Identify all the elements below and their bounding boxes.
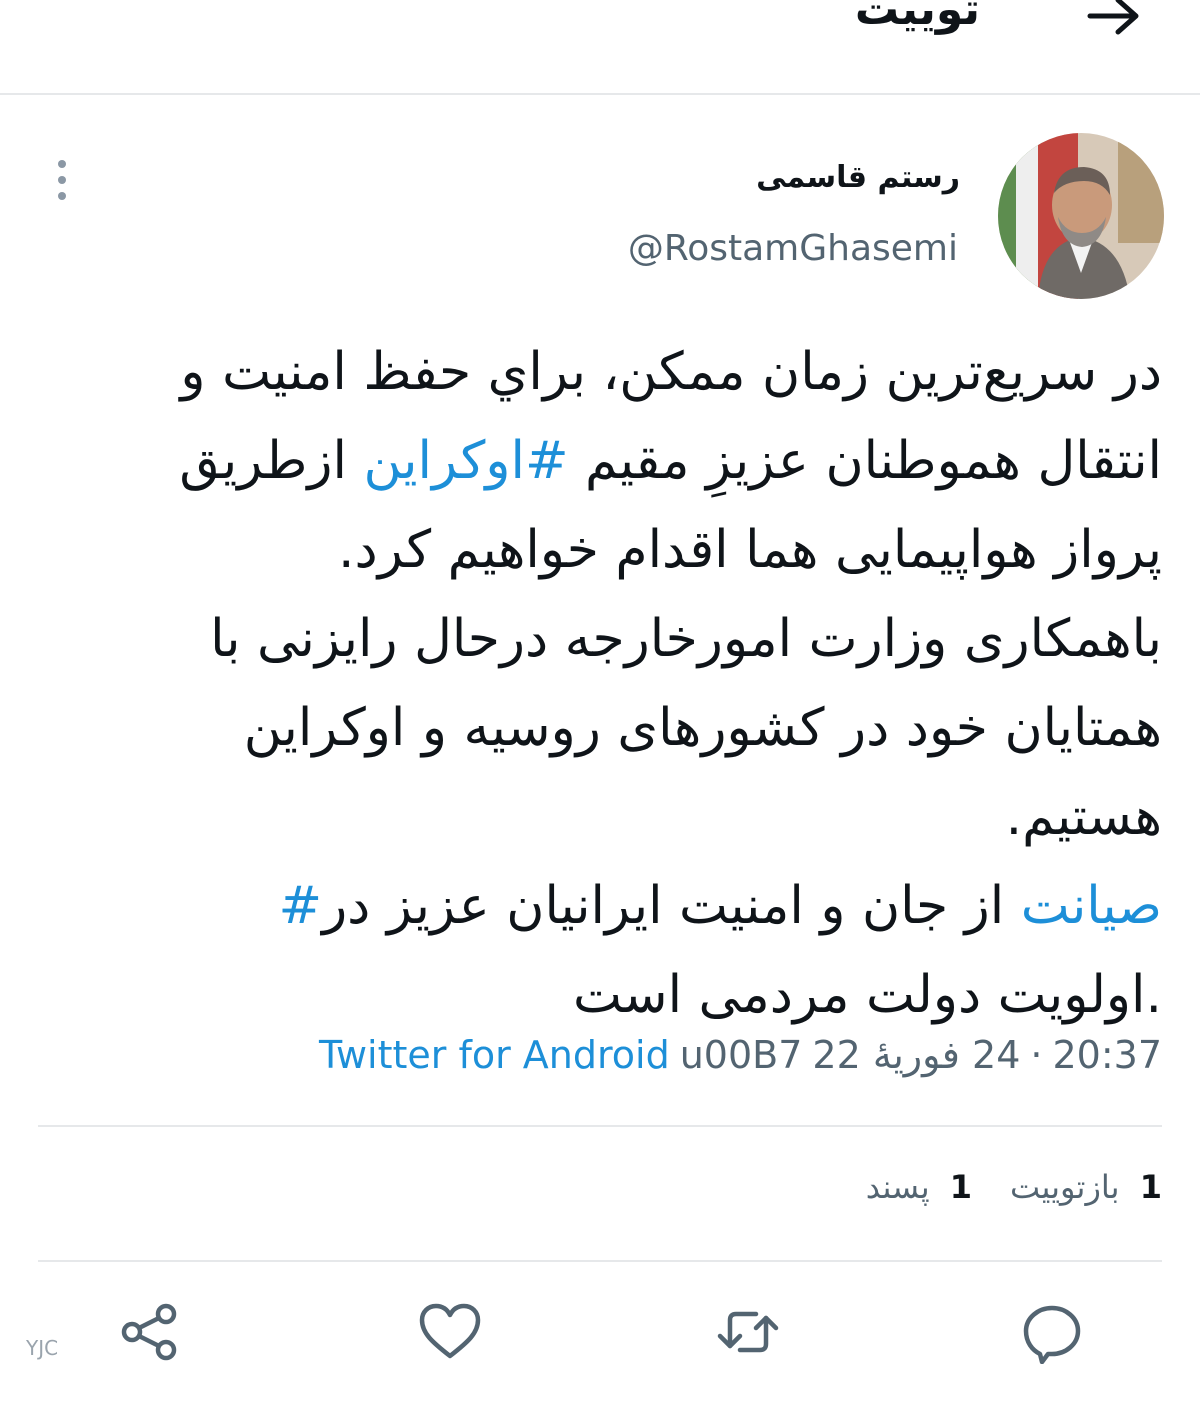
tweet-line: همتایان خود در کشورهای روسیه و اوکراین (243, 698, 1162, 758)
retweets-count: 1 (1139, 1168, 1162, 1206)
retweets-label: بازتوییت (1010, 1168, 1120, 1206)
like-button[interactable] (418, 1300, 482, 1364)
likes-label: پسند (865, 1168, 930, 1206)
tweet-line: .اولویت دولت مردمی است (572, 965, 1162, 1025)
meta-separator: · (1030, 1033, 1043, 1077)
divider (38, 1125, 1162, 1127)
retweets-stat[interactable]: 1 بازتوییت (1010, 1168, 1162, 1206)
tweet-meta: Twitter for Android u00B7 24 فوریهٔ 22 ·… (319, 1033, 1162, 1077)
likes-stat[interactable]: 1 پسند (866, 1168, 972, 1206)
tweet-header: توییت (0, 0, 1200, 95)
page-title: توییت (854, 0, 980, 35)
tweet-source-link[interactable]: Twitter for Android (319, 1033, 670, 1077)
hashtag-link[interactable]: #اوکراین (363, 431, 568, 491)
author-display-name[interactable]: رستم قاسمی (756, 160, 960, 195)
back-button[interactable] (1084, 0, 1144, 40)
tweet-line: هستیم. (1005, 787, 1162, 847)
reply-icon (1023, 1305, 1081, 1365)
share-icon (121, 1303, 177, 1361)
divider (38, 1260, 1162, 1262)
tweet-line: صیانت از جان و امنیت ایرانیان عزیز در# (34, 862, 1162, 951)
tweet-date: 24 فوریهٔ 22 (812, 1033, 1021, 1077)
tweet-text-segment: انتقال هموطنان عزیزِ مقیم (568, 431, 1162, 491)
arrow-right-icon (1087, 0, 1139, 35)
more-dot-icon (58, 192, 66, 200)
retweet-icon (717, 1311, 779, 1353)
share-button[interactable] (118, 1300, 182, 1364)
tweet-stats: 1 بازتوییت 1 پسند (866, 1168, 1162, 1206)
retweet-button[interactable] (716, 1300, 780, 1364)
avatar-image (998, 133, 1164, 299)
reply-button[interactable] (1020, 1300, 1084, 1365)
tweet-text-segment: از جان و امنیت ایرانیان عزیز در (322, 876, 1021, 936)
tweet-line: باهمکاری وزارت امورخارجه درحال رایزنی با (210, 609, 1162, 669)
more-options-button[interactable] (50, 160, 74, 204)
hashtag-link[interactable]: صیانت (1021, 876, 1162, 936)
tweet-text-segment: ازطریق (179, 431, 364, 491)
more-dot-icon (58, 176, 66, 184)
hashtag-mark[interactable]: # (278, 876, 322, 936)
tweet-line: انتقال هموطنان عزیزِ مقیم #اوکراین ازطری… (34, 417, 1162, 506)
more-dot-icon (58, 160, 66, 168)
tweet-time: 20:37 (1052, 1033, 1162, 1077)
avatar[interactable] (998, 133, 1164, 299)
likes-count: 1 (949, 1168, 973, 1206)
watermark: YJC (26, 1336, 59, 1360)
heart-icon (419, 1303, 481, 1359)
tweet-line: در سریع‌ترین زمان ممکن، براي حفظ امنیت و (180, 342, 1162, 402)
tweet-text: در سریع‌ترین زمان ممکن، براي حفظ امنیت و… (34, 328, 1162, 1040)
escape-text: u00B7 (679, 1033, 803, 1077)
author-handle[interactable]: @RostamGhasemi (628, 228, 958, 269)
tweet-line: پرواز هواپیمایی هما اقدام خواهیم کرد. (338, 520, 1162, 580)
